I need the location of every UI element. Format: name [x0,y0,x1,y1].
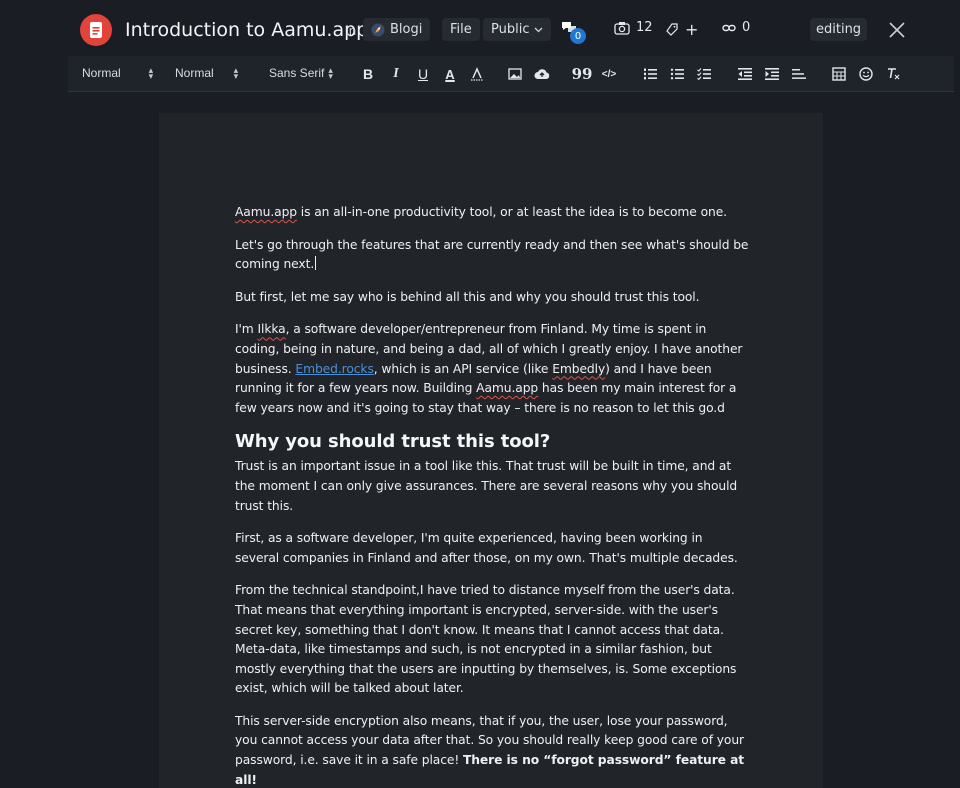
checklist-icon [697,68,711,80]
text-cursor [315,256,317,271]
font-select-value: Sans Serif [269,66,325,80]
ordered-list-icon [644,68,657,80]
app-logo[interactable] [80,14,112,46]
file-label: File [450,22,472,37]
table-button[interactable] [830,65,848,83]
blog-name: Blogi [390,22,423,37]
misspelled-word[interactable]: Ilkka [258,322,286,336]
embed-rocks-link[interactable]: Embed.rocks [295,362,373,376]
paragraph[interactable]: From the technical standpoint,I have tri… [235,581,750,699]
comments-button[interactable]: 0 [560,20,586,44]
visibility-dropdown[interactable]: Public [483,18,552,41]
ordered-list-button[interactable] [641,65,659,83]
size-select-value: Normal [175,66,214,80]
paragraph-text: , which is an API service (like [373,361,553,376]
tag-icon [666,22,678,36]
clear-format-button[interactable] [885,65,903,83]
image-icon [508,68,522,80]
align-button[interactable] [790,65,808,83]
close-icon[interactable] [886,19,908,41]
visibility-label: Public [491,22,530,37]
in-label: in [346,23,357,38]
select-arrows-icon: ▴ ▾ [233,65,239,81]
background-color-button[interactable] [468,65,486,83]
indent-icon [765,68,779,80]
editor-canvas[interactable]: Aamu.app is an all-in-one productivity t… [159,113,823,788]
document-header: Introduction to Aamu.app in Blogi File P… [68,0,954,56]
misspelled-word[interactable]: Aamu.app [476,381,538,395]
size-select[interactable]: Normal ▴ ▾ [175,65,239,81]
image-button[interactable] [506,65,524,83]
paragraph-text: is an all-in-one productivity tool, or a… [296,205,727,219]
outdent-icon [738,68,752,80]
emoji-button[interactable] [857,65,875,83]
bold-button[interactable]: B [359,65,377,83]
link-icon [722,24,736,31]
paragraph-text: I'm [235,322,258,337]
comment-count-badge: 0 [570,28,586,44]
upload-button[interactable] [533,65,551,83]
heading-select[interactable]: Normal ▴ ▾ [82,65,154,81]
formatting-toolbar: Normal ▴ ▾ Normal ▴ ▾ Sans Serif ▴ ▾ B I U … [68,56,954,92]
blockquote-button[interactable]: 99 [572,65,593,83]
paragraph[interactable]: But first, let me say who is behind all … [235,288,750,308]
image-count: 12 [636,20,653,35]
bullet-list-icon [670,68,684,80]
document-body[interactable]: Aamu.app is an all-in-one productivity t… [235,203,750,788]
add-tag-icon: + [685,20,699,39]
indent-button[interactable] [763,65,781,83]
misspelled-word[interactable]: Embedly [552,362,605,376]
misspelled-word[interactable]: Aamu.app [235,205,297,219]
blog-selector[interactable]: Blogi [363,18,431,41]
document-icon [90,22,102,38]
links-button[interactable]: 0 [722,20,750,35]
cloud-upload-icon [534,69,550,79]
images-button[interactable]: 12 [614,20,653,35]
checklist-button[interactable] [695,65,713,83]
document-title[interactable]: Introduction to Aamu.app [125,19,368,41]
italic-button[interactable]: I [387,65,405,83]
paragraph[interactable]: Let's go through the features that are c… [235,236,750,275]
align-left-icon [792,69,806,79]
rocket-icon [371,23,385,36]
select-arrows-icon: ▴ ▾ [148,65,154,81]
camera-icon [614,21,630,35]
bullet-list-button[interactable] [668,65,686,83]
font-select[interactable]: Sans Serif ▴ ▾ [269,65,333,81]
paragraph[interactable]: Trust is an important issue in a tool li… [235,457,750,516]
highlight-icon [471,67,483,81]
outdent-button[interactable] [736,65,754,83]
status-badge: editing [810,18,868,41]
paragraph[interactable]: First, as a software developer, I'm quit… [235,529,750,568]
chevron-down-icon [535,27,543,32]
code-button[interactable]: </> [600,65,618,83]
section-heading[interactable]: Why you should trust this tool? [235,430,750,454]
select-arrows-icon: ▴ ▾ [328,65,333,81]
file-menu[interactable]: File [442,18,480,41]
tags-button[interactable]: + [665,20,698,39]
smiley-icon [859,67,873,81]
clear-format-icon [888,68,900,80]
table-icon [832,67,846,81]
paragraph[interactable]: Aamu.app is an all-in-one productivity t… [235,203,750,223]
paragraph[interactable]: I'm Ilkka, a software developer/entrepre… [235,320,750,418]
text-color-button[interactable]: A [441,65,459,83]
heading-select-value: Normal [82,66,121,80]
link-count: 0 [742,20,751,35]
paragraph-text: Let's go through the features that are c… [235,237,749,272]
paragraph[interactable]: This server-side encryption also means, … [235,712,750,788]
underline-button[interactable]: U [414,65,432,83]
